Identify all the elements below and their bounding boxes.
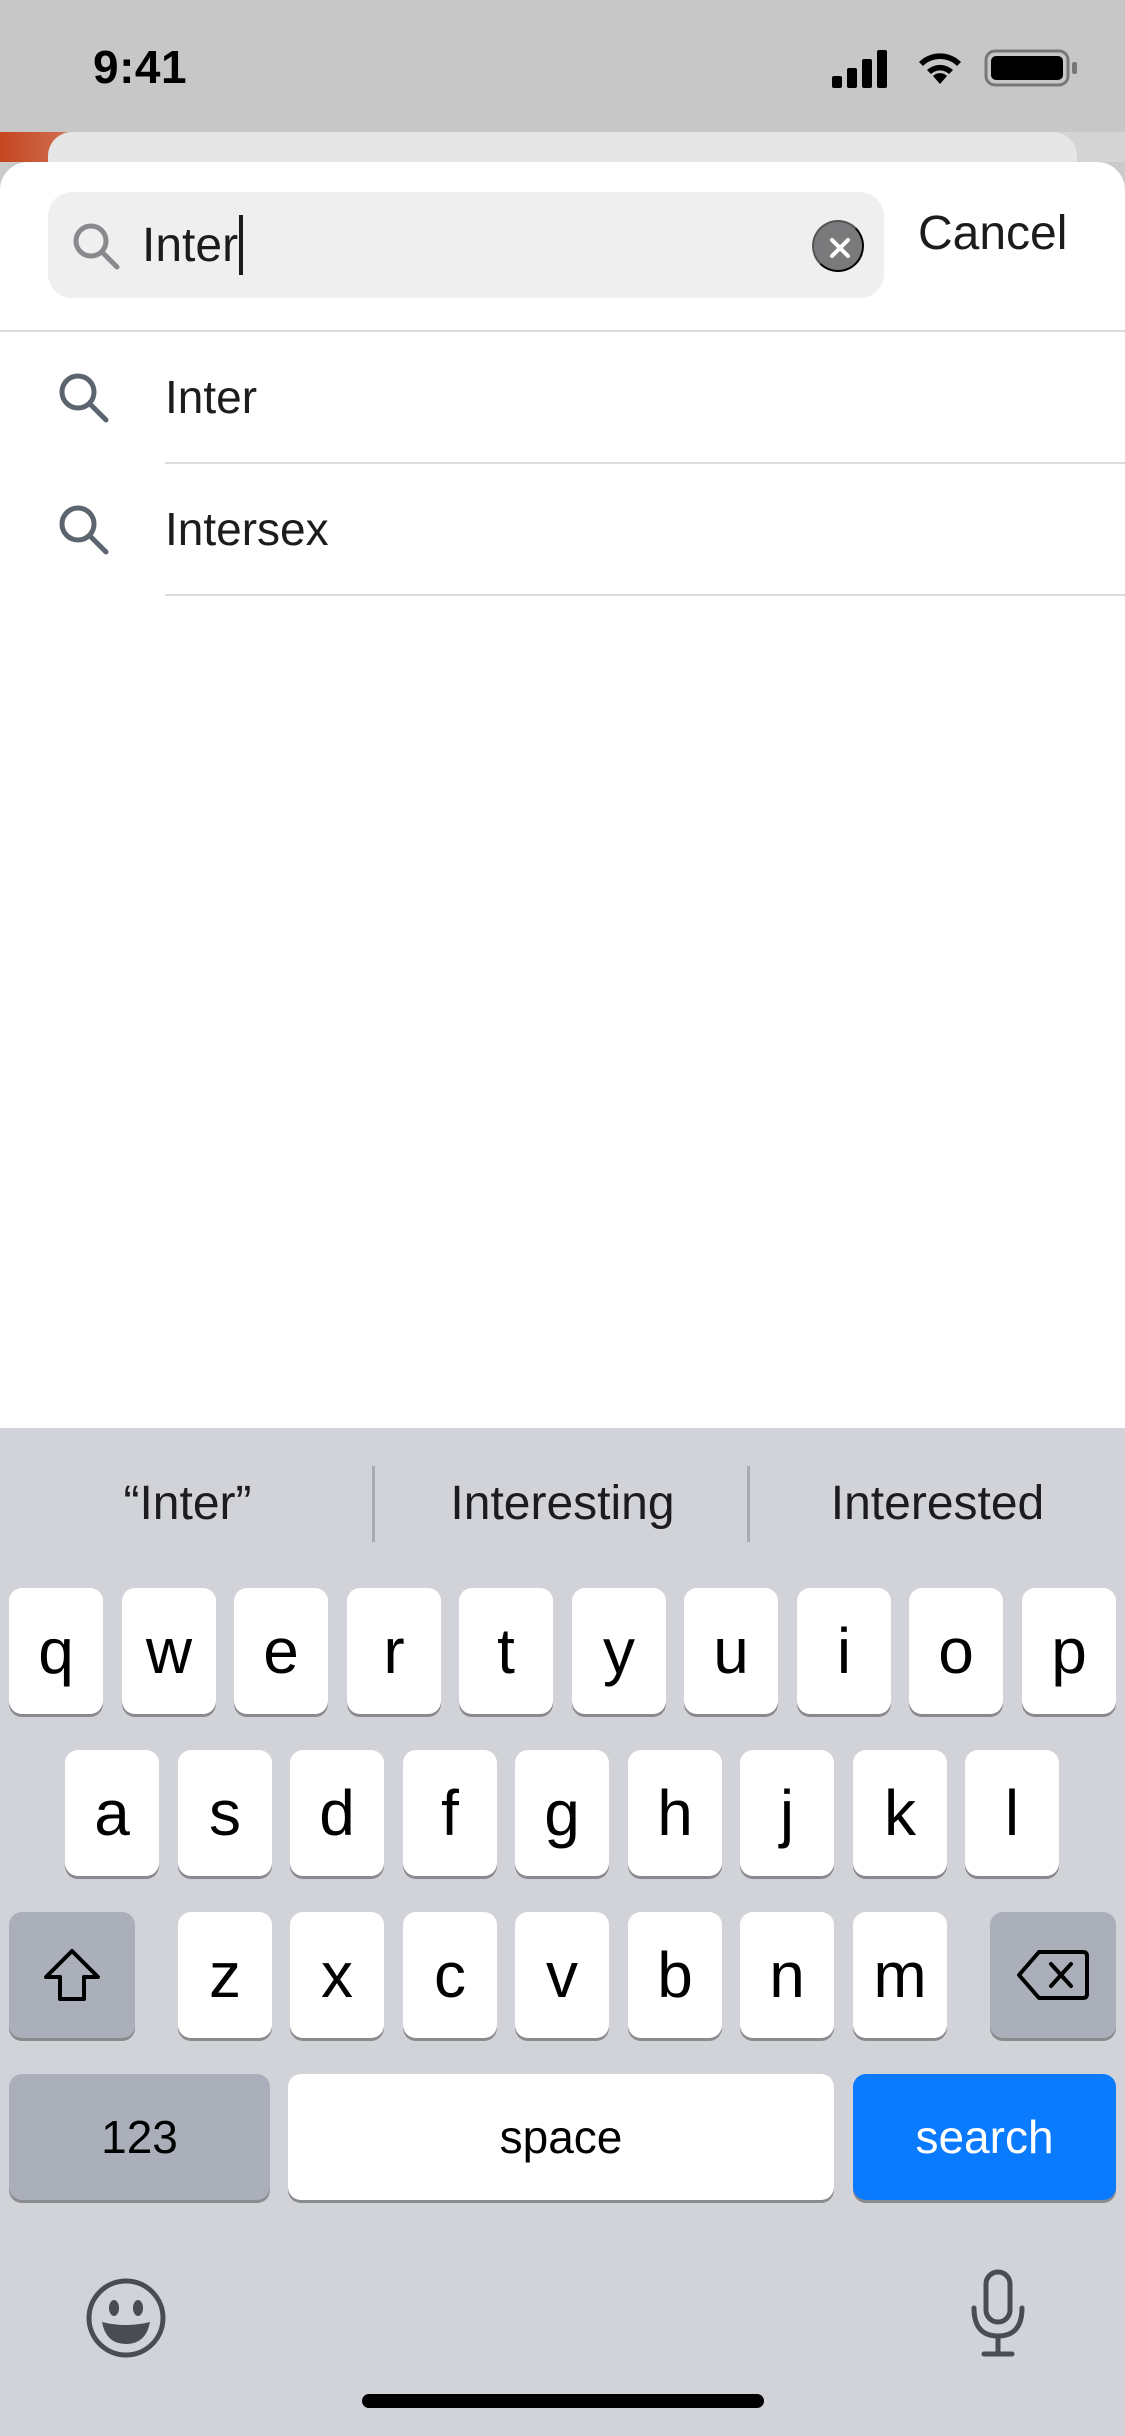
suggestion-label: Intersex <box>165 503 329 555</box>
search-input[interactable]: Inter <box>142 210 742 280</box>
emoji-icon[interactable] <box>84 2276 168 2360</box>
wifi-icon <box>919 53 961 84</box>
key-d[interactable]: d <box>290 1750 384 1876</box>
key-n[interactable]: n <box>740 1912 834 2038</box>
prediction-item[interactable]: Interesting <box>375 1428 750 1578</box>
suggestion-item[interactable]: Inter <box>0 332 1125 464</box>
clear-search-button[interactable] <box>812 220 864 272</box>
cellular-signal-icon <box>832 50 887 88</box>
key-k[interactable]: k <box>853 1750 947 1876</box>
key-g[interactable]: g <box>515 1750 609 1876</box>
shift-key[interactable] <box>9 1912 135 2038</box>
delete-key[interactable] <box>990 1912 1116 2038</box>
delete-icon <box>1017 1950 1089 2000</box>
key-w[interactable]: w <box>122 1588 216 1714</box>
search-icon <box>56 370 112 426</box>
search-icon <box>70 220 122 272</box>
search-key[interactable]: search <box>853 2074 1116 2200</box>
battery-icon <box>984 49 1077 87</box>
home-indicator[interactable] <box>362 2394 764 2408</box>
key-p[interactable]: p <box>1022 1588 1116 1714</box>
key-q[interactable]: q <box>9 1588 103 1714</box>
suggestion-item[interactable]: Intersex <box>0 464 1125 596</box>
microphone-icon[interactable] <box>966 2268 1030 2360</box>
search-input-value: Inter <box>142 218 239 272</box>
prediction-item[interactable]: Interested <box>750 1428 1125 1578</box>
shift-icon <box>44 1949 100 2001</box>
key-j[interactable]: j <box>740 1750 834 1876</box>
suggestion-label: Inter <box>165 371 258 423</box>
key-m[interactable]: m <box>853 1912 947 2038</box>
key-v[interactable]: v <box>515 1912 609 2038</box>
space-key[interactable]: space <box>288 2074 834 2200</box>
search-sheet: Inter Cancel Inter Intersex <box>0 162 1125 1428</box>
clear-icon <box>830 238 850 258</box>
key-z[interactable]: z <box>178 1912 272 2038</box>
cancel-button[interactable]: Cancel <box>918 206 1067 261</box>
key-f[interactable]: f <box>403 1750 497 1876</box>
key-e[interactable]: e <box>234 1588 328 1714</box>
key-a[interactable]: a <box>65 1750 159 1876</box>
key-b[interactable]: b <box>628 1912 722 2038</box>
key-x[interactable]: x <box>290 1912 384 2038</box>
key-l[interactable]: l <box>965 1750 1059 1876</box>
key-i[interactable]: i <box>797 1588 891 1714</box>
keyboard: “Inter” Interesting Interested q w e r t… <box>0 1428 1125 2436</box>
search-bar: Inter <box>48 192 884 298</box>
key-o[interactable]: o <box>909 1588 1003 1714</box>
key-u[interactable]: u <box>684 1588 778 1714</box>
numbers-key[interactable]: 123 <box>9 2074 270 2200</box>
key-r[interactable]: r <box>347 1588 441 1714</box>
key-t[interactable]: t <box>459 1588 553 1714</box>
status-bar: 9:41 <box>0 0 1125 132</box>
status-icons <box>832 48 1082 92</box>
prediction-item[interactable]: “Inter” <box>0 1428 375 1578</box>
key-y[interactable]: y <box>572 1588 666 1714</box>
predictive-text-bar: “Inter” Interesting Interested <box>0 1428 1125 1578</box>
key-h[interactable]: h <box>628 1750 722 1876</box>
text-cursor <box>239 215 244 275</box>
divider <box>165 594 1125 596</box>
key-c[interactable]: c <box>403 1912 497 2038</box>
key-s[interactable]: s <box>178 1750 272 1876</box>
status-time: 9:41 <box>93 41 188 93</box>
search-icon <box>56 502 112 558</box>
